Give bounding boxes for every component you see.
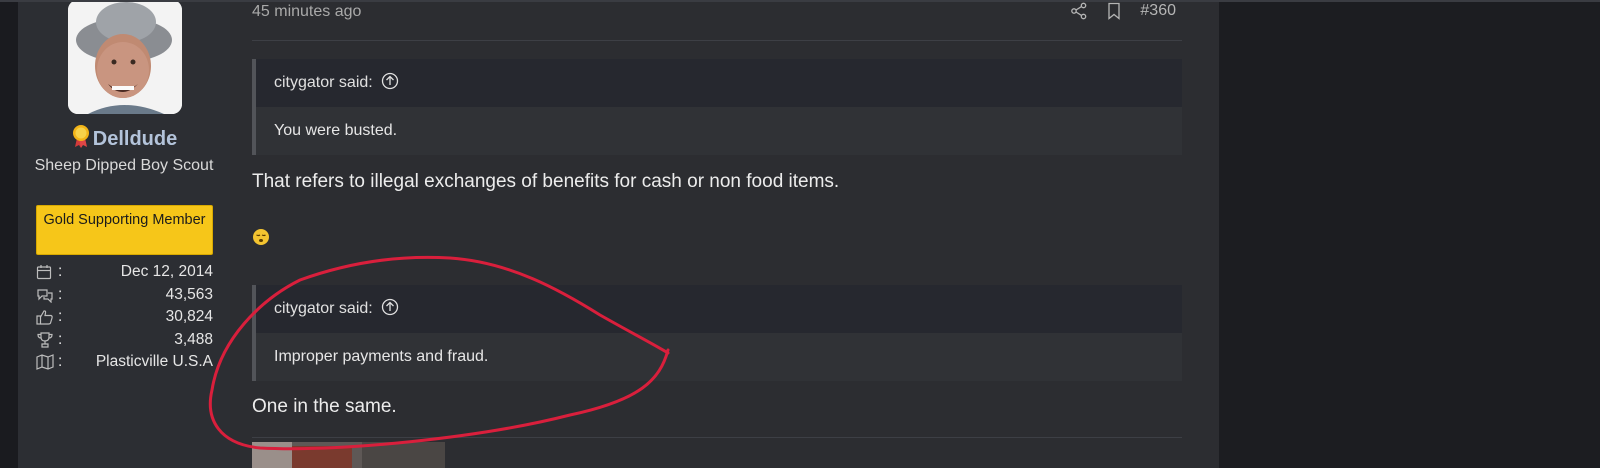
stat-points: : 3,488 (36, 329, 213, 352)
share-icon[interactable] (1070, 2, 1088, 20)
stat-messages: : 43,563 (36, 284, 213, 307)
messages-icon (36, 286, 58, 304)
quote-body: You were busted. (274, 122, 398, 139)
thumbs-up-icon (36, 308, 58, 326)
quote-block: citygator said: You were busted. (252, 59, 1182, 155)
post-body: 45 minutes ago #360 citygator said: You … (230, 0, 1219, 468)
sleepy-emoji-icon (252, 228, 270, 251)
stat-joined: : Dec 12, 2014 (36, 261, 213, 284)
username-link[interactable]: Delldude (18, 124, 230, 154)
avatar-image (68, 0, 182, 114)
user-title: Sheep Dipped Boy Scout (34, 157, 214, 174)
divider (252, 40, 1182, 41)
supporting-member-banner: Gold Supporting Member (36, 205, 213, 255)
jump-up-icon[interactable] (381, 298, 399, 321)
stat-reactions: : 30,824 (36, 306, 213, 329)
stat-value: 43,563 (165, 285, 213, 303)
quote-header[interactable]: citygator said: (256, 285, 1182, 333)
top-border (0, 0, 1600, 2)
user-info-panel: Delldude Sheep Dipped Boy Scout Gold Sup… (18, 0, 241, 468)
user-stats: : Dec 12, 2014 : 43,563 : 30,824 : 3,488 (36, 261, 213, 374)
post-number-link[interactable]: #360 (1140, 2, 1176, 20)
bookmark-icon[interactable] (1106, 2, 1122, 20)
username-text: Delldude (92, 128, 178, 150)
stat-value: Plasticville U.S.A (95, 353, 213, 371)
jump-up-icon[interactable] (381, 72, 399, 95)
quote-header[interactable]: citygator said: (256, 59, 1182, 107)
post-text: One in the same. (252, 396, 397, 417)
post-actions: #360 (1070, 2, 1176, 20)
calendar-icon (36, 263, 58, 281)
quote-block: citygator said: Improper payments and fr… (252, 285, 1182, 381)
map-icon (36, 353, 58, 371)
trophy-icon (36, 331, 58, 349)
stat-location: : Plasticville U.S.A (36, 351, 213, 374)
post-text: That refers to illegal exchanges of bene… (252, 171, 840, 192)
divider (252, 437, 1182, 438)
medal-icon (71, 124, 91, 154)
quote-body: Improper payments and fraud. (274, 348, 489, 365)
quote-author: citygator said: (274, 74, 373, 91)
attached-image[interactable] (252, 442, 445, 468)
stat-value: Dec 12, 2014 (120, 263, 213, 281)
post-timestamp[interactable]: 45 minutes ago (252, 3, 361, 21)
avatar[interactable] (68, 0, 182, 114)
stat-value: 30,824 (165, 308, 213, 326)
left-strip (0, 0, 18, 468)
quote-author: citygator said: (274, 300, 373, 317)
stat-value: 3,488 (174, 330, 213, 348)
